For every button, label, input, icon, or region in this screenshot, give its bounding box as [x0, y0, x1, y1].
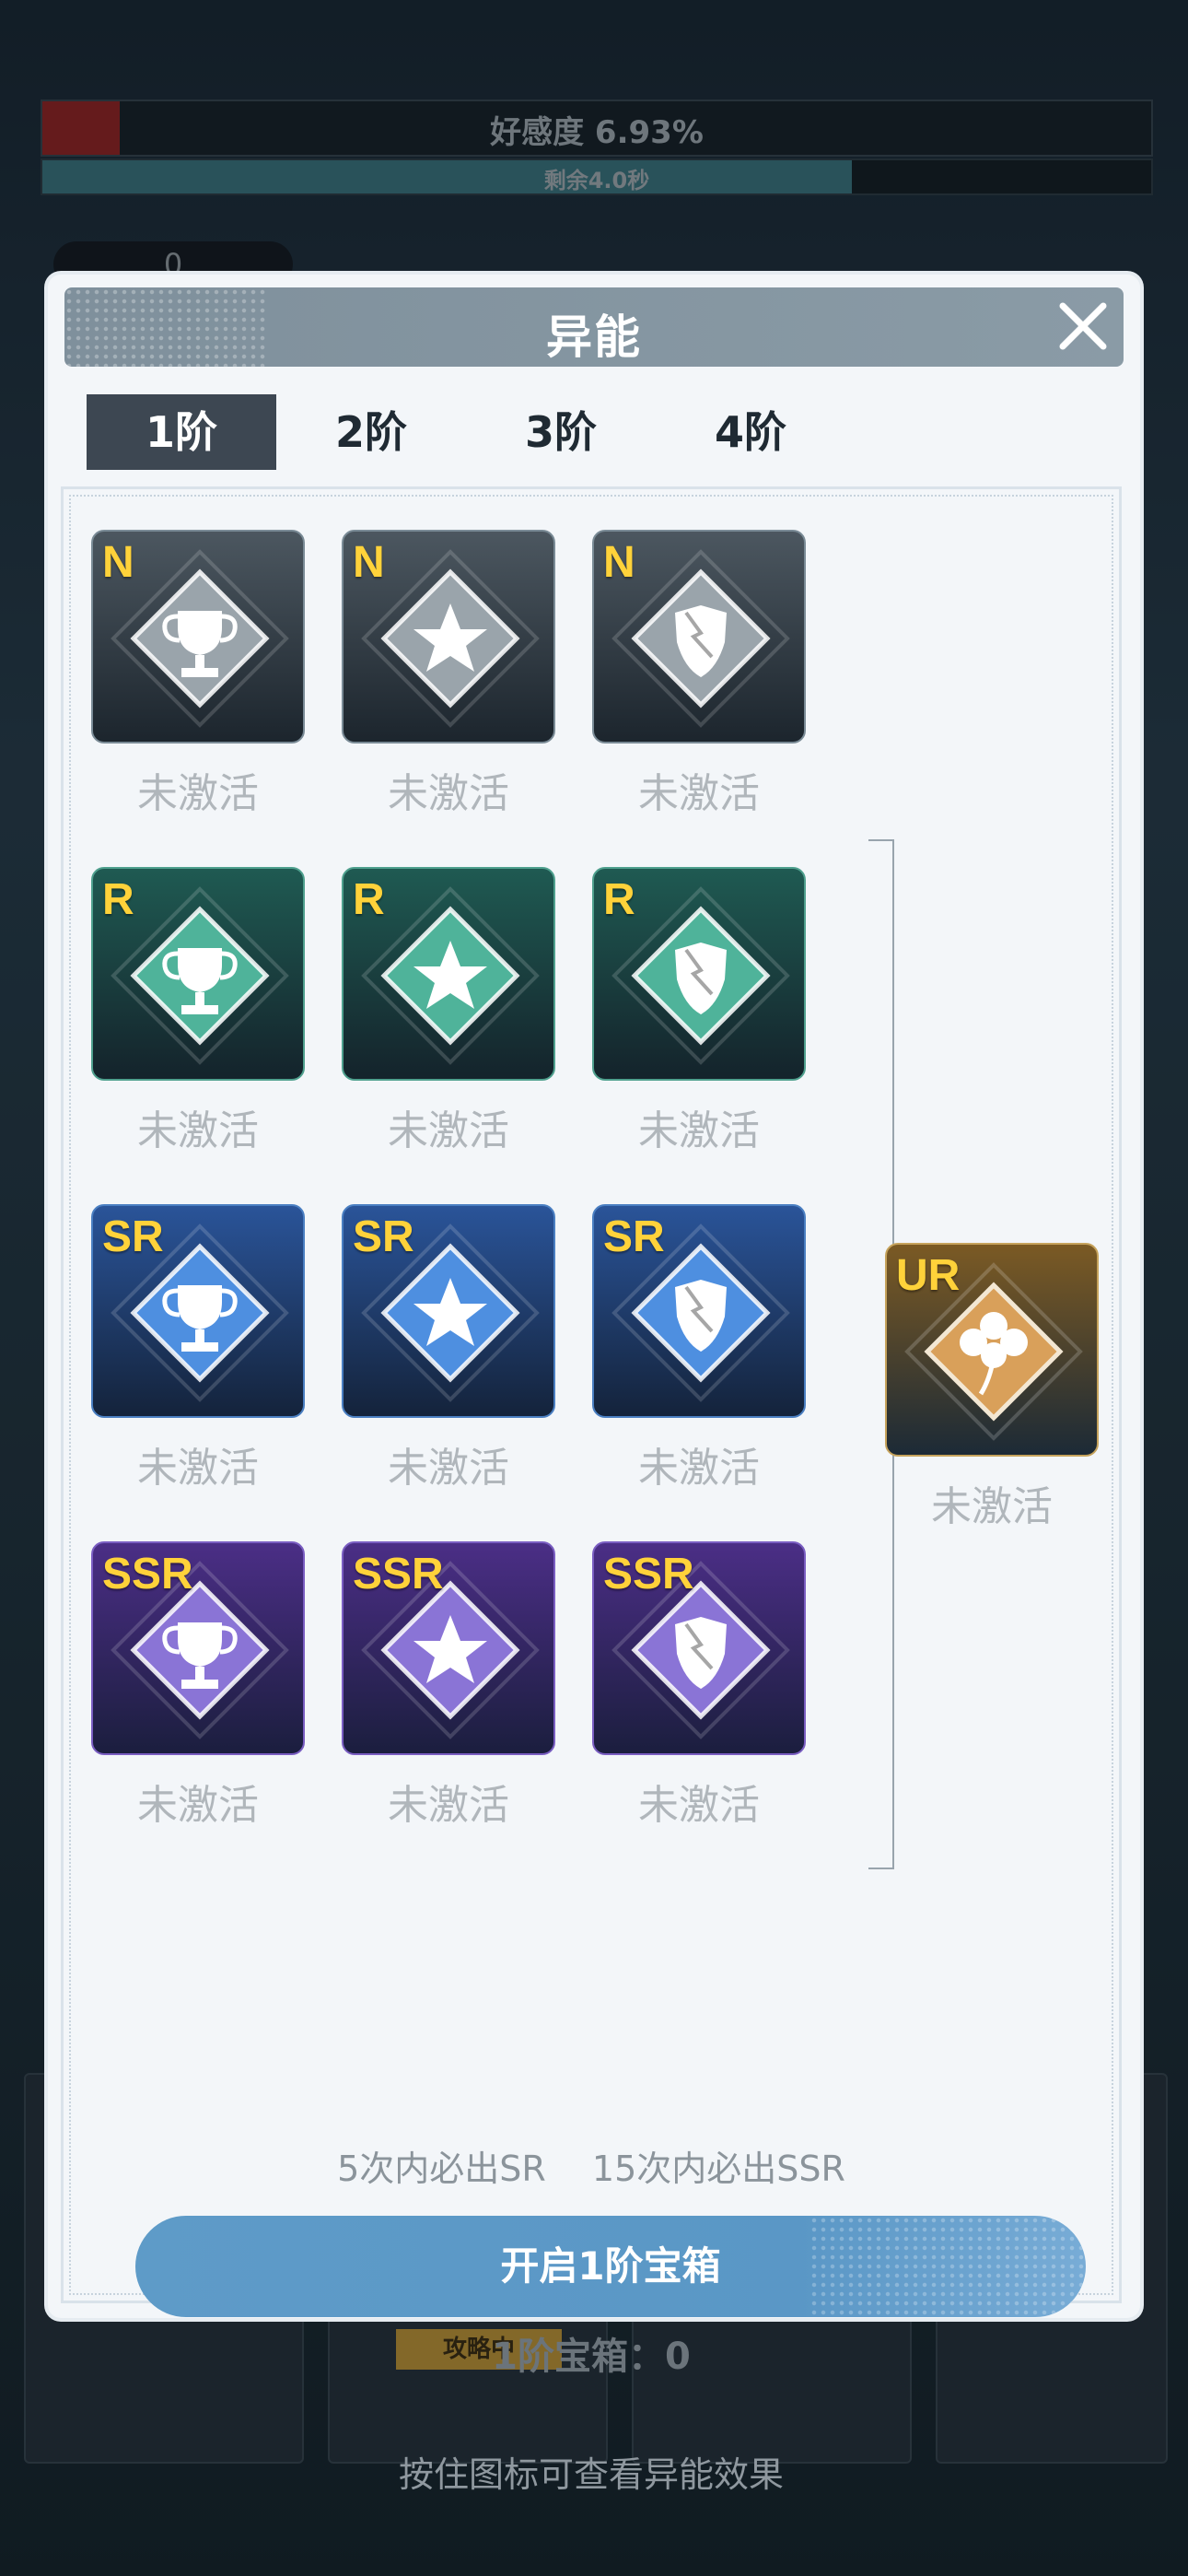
tab-tier-3[interactable]: 3阶	[466, 394, 656, 470]
tab-tier-4[interactable]: 4阶	[656, 394, 845, 470]
ability-sr-star[interactable]: SR 未激活	[342, 1204, 559, 1493]
ability-tile[interactable]: SR	[342, 1204, 555, 1418]
ability-r-star[interactable]: R 未激活	[342, 867, 559, 1156]
shield-icon	[611, 886, 790, 1065]
ability-r-shield[interactable]: R 未激活	[592, 867, 809, 1156]
grade-label: SR	[102, 1212, 164, 1261]
ability-tile[interactable]: N	[91, 530, 305, 744]
ability-n-shield[interactable]: N 未激活	[592, 530, 809, 819]
ability-n-trophy[interactable]: N 未激活	[91, 530, 309, 819]
grade-label: N	[102, 538, 134, 587]
ability-tile[interactable]: SSR	[342, 1541, 555, 1755]
ability-status: 未激活	[931, 1483, 1053, 1530]
dialog-title-bar: 异能	[64, 287, 1124, 367]
ability-tile[interactable]: N	[342, 530, 555, 744]
ability-ssr-shield[interactable]: SSR 未激活	[592, 1541, 809, 1831]
open-chest-button[interactable]: 开启1阶宝箱	[135, 2216, 1086, 2317]
star-icon	[361, 549, 540, 728]
ability-sr-trophy[interactable]: SR 未激活	[91, 1204, 309, 1493]
hint-text: 按住图标可查看异能效果	[398, 2454, 784, 2495]
grade-label: SSR	[603, 1550, 694, 1598]
ability-status: 未激活	[137, 1445, 259, 1492]
ability-tile[interactable]: SR	[592, 1204, 806, 1418]
ability-r-trophy[interactable]: R 未激活	[91, 867, 309, 1156]
ability-tile[interactable]: N	[592, 530, 806, 744]
ability-tile[interactable]: SR	[91, 1204, 305, 1418]
trophy-icon	[111, 886, 289, 1065]
close-button[interactable]	[1055, 299, 1111, 354]
star-icon	[361, 886, 540, 1065]
guarantee-text: 5次内必出SR 15次内必出SSR	[337, 2149, 845, 2189]
grade-label: R	[353, 875, 385, 924]
ability-status: 未激活	[137, 770, 259, 817]
ability-status: 未激活	[388, 770, 509, 817]
ability-status: 未激活	[638, 1445, 760, 1492]
grade-label: R	[603, 875, 635, 924]
chest-count: 1阶宝箱：0	[492, 2336, 691, 2378]
open-chest-label: 开启1阶宝箱	[500, 2243, 721, 2289]
ability-tile[interactable]: R	[91, 867, 305, 1081]
ability-tile[interactable]: SSR	[592, 1541, 806, 1755]
ability-status: 未激活	[137, 1107, 259, 1154]
ability-status: 未激活	[388, 1445, 509, 1492]
ability-ssr-trophy[interactable]: SSR 未激活	[91, 1541, 309, 1831]
tab-tier-1[interactable]: 1阶	[87, 394, 276, 470]
ability-status: 未激活	[137, 1782, 259, 1829]
ability-tile[interactable]: SSR	[91, 1541, 305, 1755]
grade-label: SR	[603, 1212, 665, 1261]
ability-ssr-star[interactable]: SSR 未激活	[342, 1541, 559, 1831]
ability-panel: N 未激活 N 未激活 N 未激活 R 未激活 R 未激活 R 未激活 SR 未激活 SR 未激活 SR 未激活 S…	[61, 486, 1122, 2495]
grade-label: SR	[353, 1212, 414, 1261]
grade-label: N	[603, 538, 635, 587]
ability-tile[interactable]: R	[592, 867, 806, 1081]
ability-tile[interactable]: R	[342, 867, 555, 1081]
ability-n-star[interactable]: N 未激活	[342, 530, 559, 819]
ability-status: 未激活	[638, 1782, 760, 1829]
dialog-title: 异能	[546, 310, 642, 364]
grade-label: SSR	[102, 1550, 193, 1598]
ability-dialog: 异能 1阶 2阶 3阶 4阶 N 未激活 N 未激活 N 未激活 R 未激活 R 未激活 R 未激活 S…	[48, 275, 1140, 2495]
ability-status: 未激活	[388, 1107, 509, 1154]
trophy-icon	[111, 549, 289, 728]
grade-label: UR	[896, 1251, 961, 1300]
ability-tile[interactable]: UR	[885, 1243, 1099, 1457]
close-icon	[1059, 302, 1107, 350]
ability-sr-shield[interactable]: SR 未激活	[592, 1204, 809, 1493]
grade-label: SSR	[353, 1550, 444, 1598]
tab-tier-2[interactable]: 2阶	[276, 394, 466, 470]
grade-label: N	[353, 538, 385, 587]
ability-status: 未激活	[388, 1782, 509, 1829]
ability-ur-clover[interactable]: UR 未激活	[885, 1243, 1102, 1532]
grade-label: R	[102, 875, 134, 924]
shield-icon	[611, 549, 790, 728]
ability-status: 未激活	[638, 1107, 760, 1154]
ability-status: 未激活	[638, 770, 760, 817]
